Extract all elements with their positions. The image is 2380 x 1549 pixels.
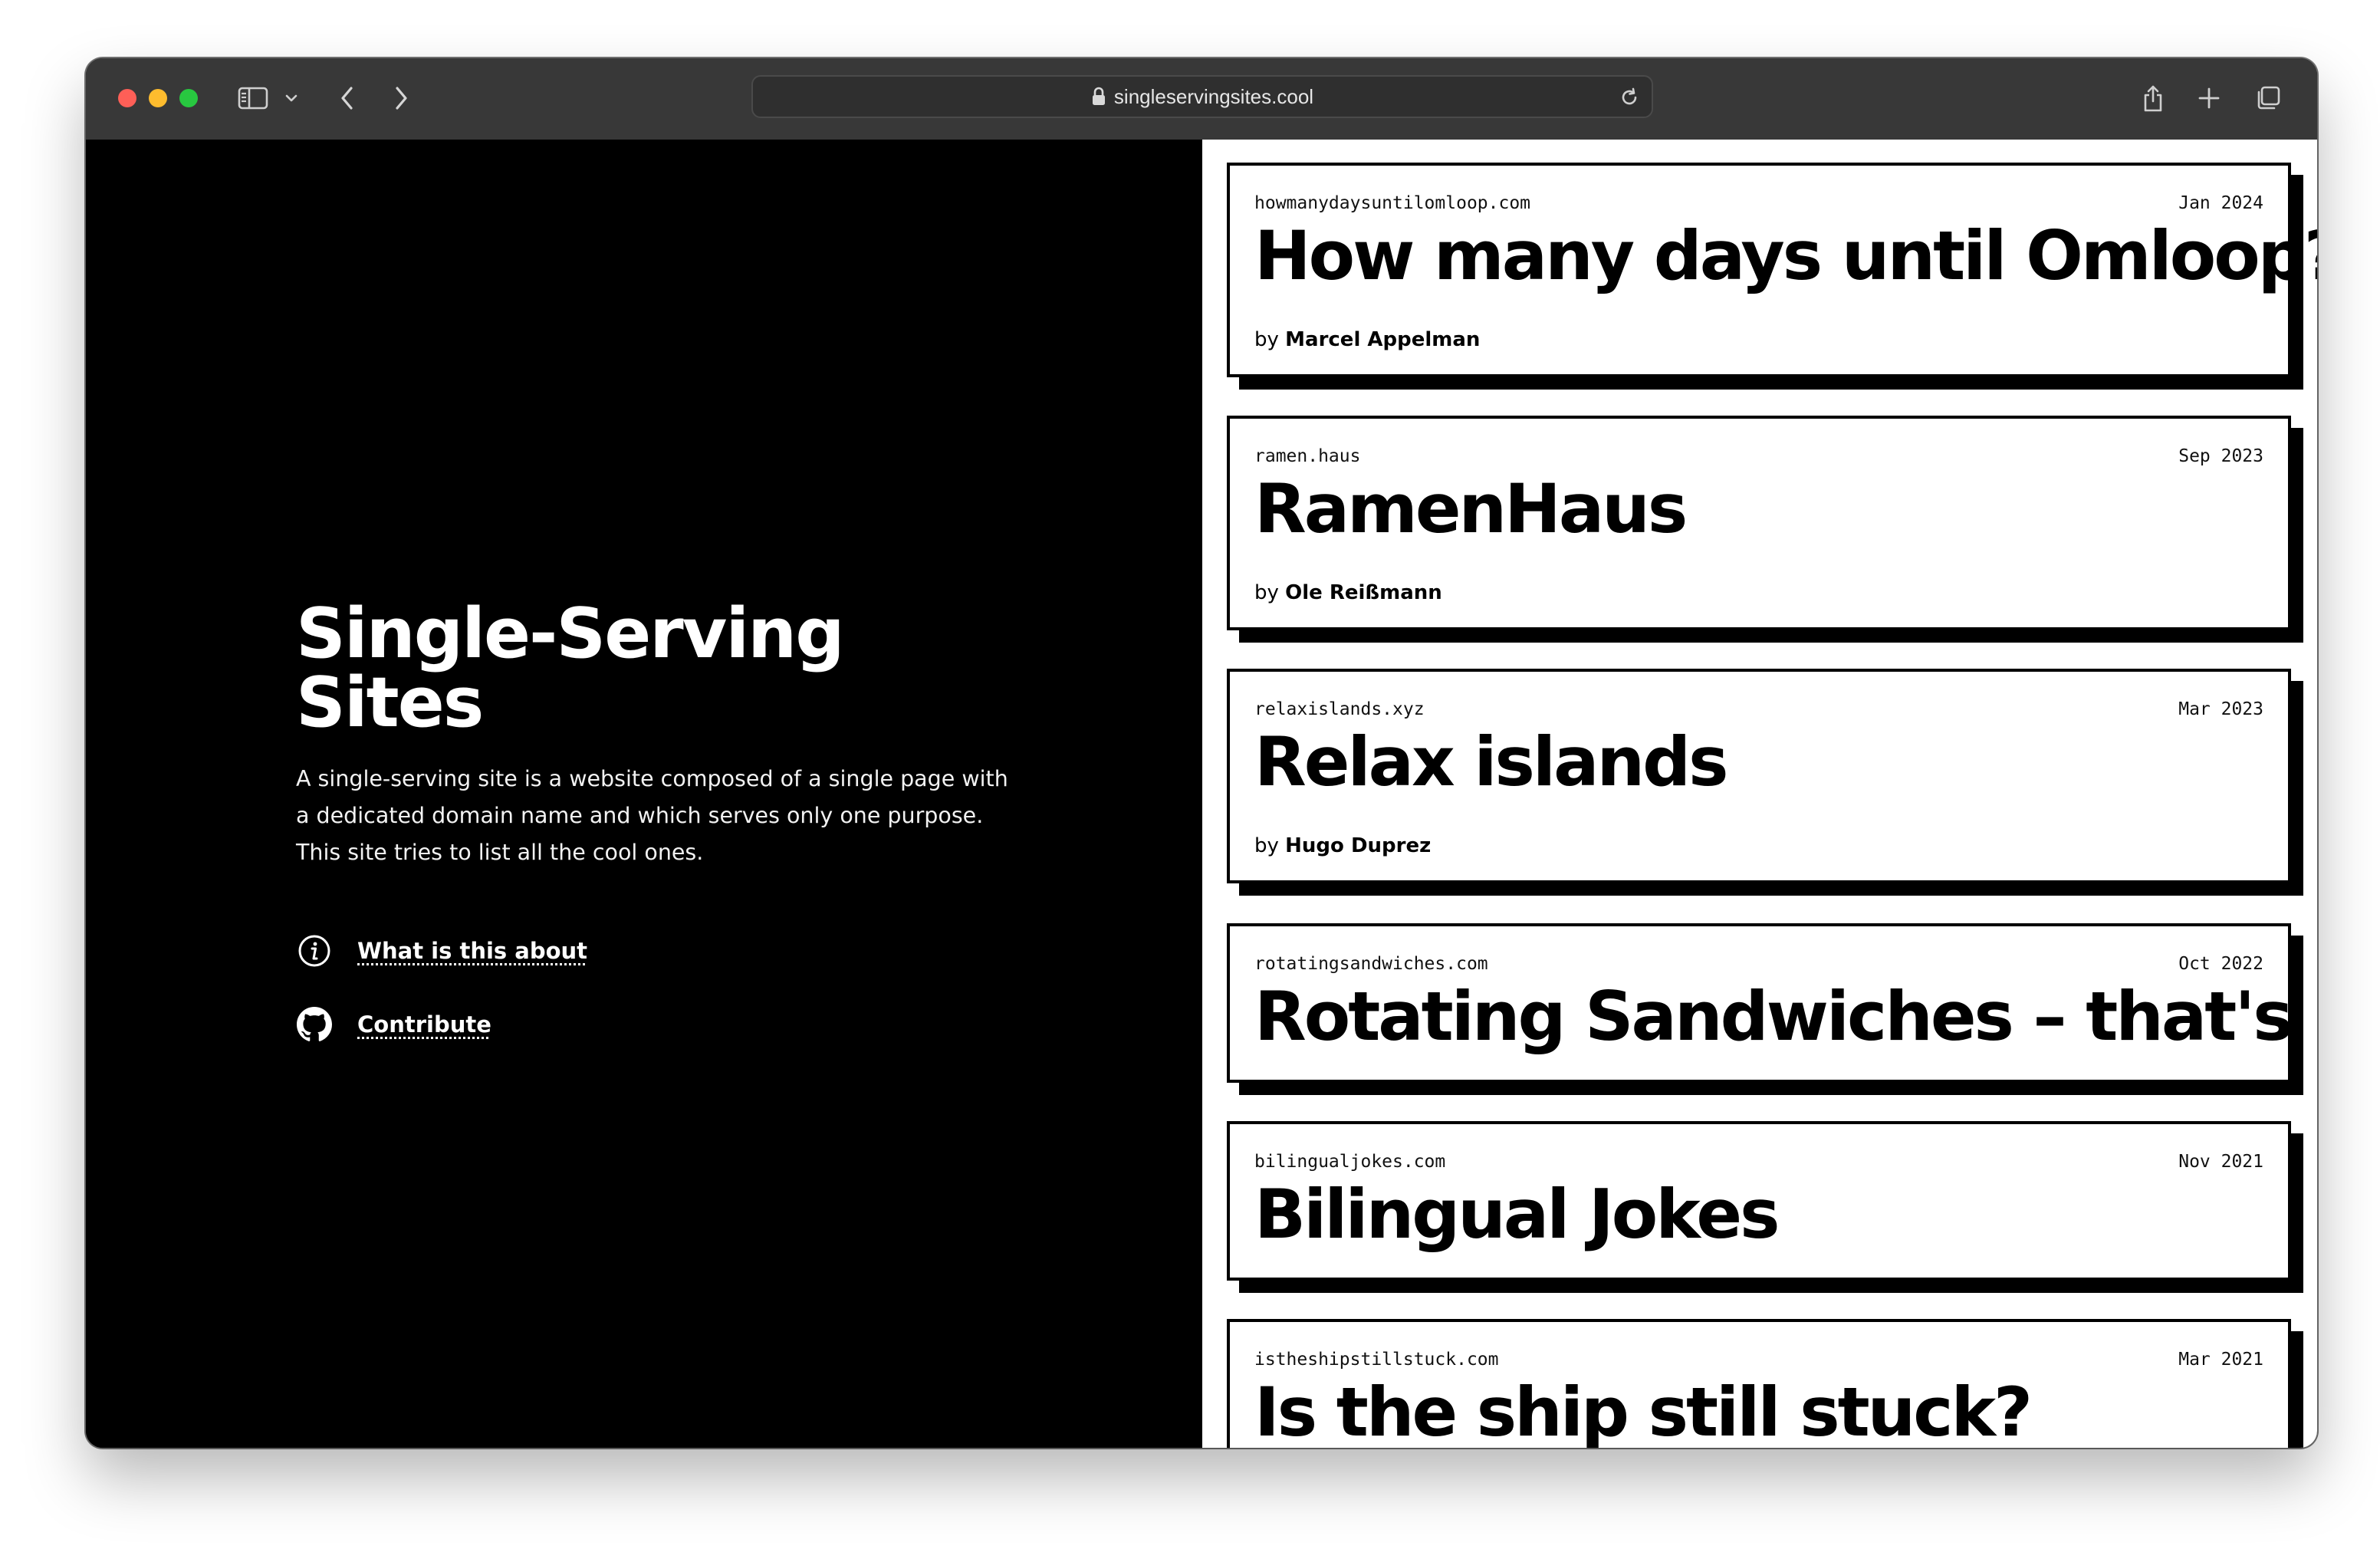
- about-link-label: What is this about: [357, 938, 588, 964]
- site-author: Ole Reißmann: [1285, 581, 1442, 604]
- site-card[interactable]: istheshipstillstuck.com Mar 2021 Is the …: [1227, 1319, 2291, 1448]
- site-date: Sep 2023: [2178, 446, 2263, 466]
- hero: Single-Serving Sites A single-serving si…: [296, 600, 1032, 1080]
- contribute-link[interactable]: Contribute: [296, 1006, 1032, 1043]
- site-date: Mar 2023: [2178, 699, 2263, 719]
- site-byline: by Marcel Appelman: [1254, 328, 1480, 351]
- lock-icon: [1091, 87, 1106, 107]
- site-card[interactable]: bilingualjokes.com Nov 2021 Bilingual Jo…: [1227, 1121, 2291, 1281]
- site-author: Marcel Appelman: [1285, 328, 1481, 351]
- url-text: singleservingsites.cool: [1113, 84, 1314, 108]
- site-title: How many days until Omloop?: [1254, 216, 2317, 295]
- site-byline: by Hugo Duprez: [1254, 834, 1431, 857]
- site-card[interactable]: ramen.haus Sep 2023 RamenHaus by Ole Rei…: [1227, 416, 2291, 630]
- sites-list-panel: howmanydaysuntilomloop.com Jan 2024 How …: [1202, 140, 2317, 1448]
- browser-toolbar: singleservingsites.cool: [86, 58, 2317, 141]
- page-title: Single-Serving Sites: [296, 594, 845, 743]
- share-icon[interactable]: [2139, 78, 2167, 118]
- site-date: Jan 2024: [2178, 193, 2263, 213]
- back-icon[interactable]: [336, 78, 359, 118]
- site-author: Hugo Duprez: [1285, 834, 1432, 857]
- site-card[interactable]: howmanydaysuntilomloop.com Jan 2024 How …: [1227, 163, 2317, 377]
- site-title: Rotating Sandwiches – that's it: [1254, 977, 2317, 1056]
- forward-icon[interactable]: [390, 78, 413, 118]
- hero-panel: Single-Serving Sites A single-serving si…: [86, 140, 1202, 1448]
- page-content: Single-Serving Sites A single-serving si…: [86, 140, 2317, 1448]
- site-byline: by Ole Reißmann: [1254, 581, 1442, 604]
- contribute-link-label: Contribute: [357, 1011, 491, 1038]
- site-card[interactable]: rotatingsandwiches.com Oct 2022 Rotating…: [1227, 923, 2317, 1083]
- byline-prefix: by: [1254, 581, 1279, 604]
- sidebar-icon[interactable]: [236, 78, 270, 118]
- site-domain: bilingualjokes.com: [1254, 1152, 1446, 1172]
- page-description: A single-serving site is a website compo…: [296, 766, 1008, 865]
- site-card[interactable]: relaxislands.xyz Mar 2023 Relax islands …: [1227, 669, 2291, 883]
- reload-icon[interactable]: [1618, 86, 1641, 109]
- site-domain: istheshipstillstuck.com: [1254, 1350, 1499, 1370]
- site-title: Is the ship still stuck?: [1254, 1373, 2033, 1448]
- byline-prefix: by: [1254, 328, 1279, 351]
- tab-overview-icon[interactable]: [2253, 78, 2283, 118]
- site-title: Relax islands: [1254, 722, 1728, 801]
- site-date: Oct 2022: [2178, 954, 2263, 974]
- browser-window: singleservingsites.cool Single-Serving S…: [86, 58, 2317, 1448]
- address-bar[interactable]: singleservingsites.cool: [751, 75, 1653, 118]
- byline-prefix: by: [1254, 834, 1279, 857]
- site-title: RamenHaus: [1254, 469, 1688, 548]
- about-link[interactable]: What is this about: [296, 932, 1032, 969]
- info-icon: [296, 932, 333, 969]
- github-icon: [296, 1006, 333, 1043]
- site-date: Mar 2021: [2178, 1350, 2263, 1370]
- site-domain: ramen.haus: [1254, 446, 1361, 466]
- site-date: Nov 2021: [2178, 1152, 2263, 1172]
- site-domain: relaxislands.xyz: [1254, 699, 1425, 719]
- site-title: Bilingual Jokes: [1254, 1175, 1780, 1254]
- hero-links: What is this about Contribute: [296, 932, 1032, 1043]
- site-domain: rotatingsandwiches.com: [1254, 954, 1488, 974]
- chevron-down-icon[interactable]: [282, 78, 301, 118]
- close-window-button[interactable]: [118, 89, 136, 107]
- zoom-window-button[interactable]: [179, 89, 198, 107]
- new-tab-icon[interactable]: [2196, 78, 2222, 118]
- minimize-window-button[interactable]: [149, 89, 167, 107]
- site-domain: howmanydaysuntilomloop.com: [1254, 193, 1531, 213]
- screenshot-stage: singleservingsites.cool Single-Serving S…: [0, 0, 2380, 1549]
